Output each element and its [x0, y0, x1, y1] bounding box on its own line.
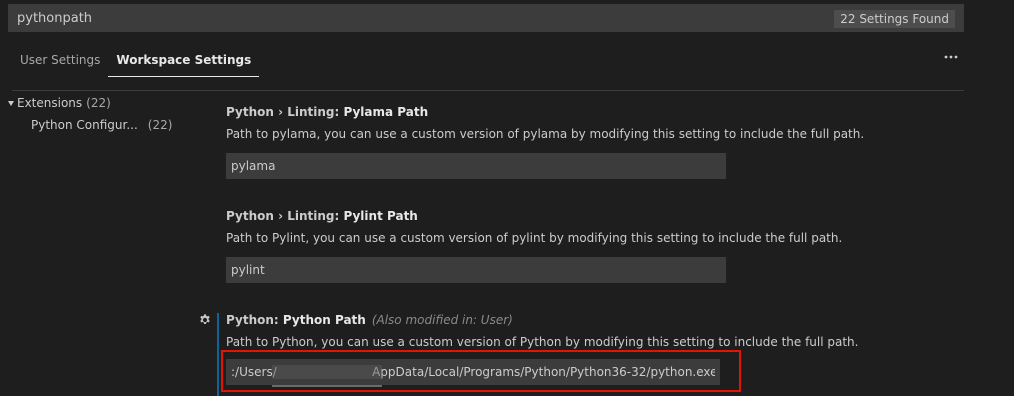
ellipsis-icon [944, 55, 958, 59]
setting-label: Pylint Path [343, 209, 418, 223]
setting-description: Path to Python, you can use a custom ver… [226, 335, 859, 349]
setting-description: Path to pylama, you can use a custom ver… [226, 127, 865, 141]
pylama-path-input[interactable] [226, 153, 726, 179]
setting-title: Python: Python Path (Also modified in: Us… [226, 311, 858, 329]
table-of-contents: Extensions (22) Python Configur... (22) [0, 92, 180, 136]
setting-title: Python › Linting: Pylint Path [226, 207, 842, 225]
modified-elsewhere-note: (Also modified in: User) [371, 313, 513, 327]
redaction-underline [272, 385, 382, 387]
setting-label: Python Path [282, 313, 366, 327]
toc-item-label: Extensions [17, 96, 83, 110]
modified-indicator [217, 313, 219, 396]
setting-description: Path to Pylint, you can use a custom ver… [226, 231, 843, 245]
setting-label: Pylama Path [343, 105, 429, 119]
toc-item-label: Python Configur... [31, 118, 138, 132]
search-box[interactable]: 22 Settings Found [8, 4, 964, 32]
toc-item-count: (22) [147, 118, 173, 132]
redacted-username [272, 365, 382, 379]
setting-category: Python › Linting: [226, 105, 344, 119]
toc-item-extensions[interactable]: Extensions (22) [0, 92, 180, 114]
gear-icon[interactable] [198, 313, 212, 327]
search-input[interactable] [9, 5, 963, 31]
setting-python-path: Python: Python Path (Also modified in: Us… [226, 311, 858, 353]
tab-workspace-settings[interactable]: Workspace Settings [108, 44, 260, 77]
pylint-path-input[interactable] [226, 257, 726, 283]
toc-item-count: (22) [86, 96, 111, 110]
settings-tabs: User Settings Workspace Settings [12, 44, 260, 77]
setting-pylint-path: Python › Linting: Pylint Path Path to Py… [226, 207, 842, 283]
tabs-divider [12, 90, 964, 91]
more-actions-button[interactable] [940, 46, 962, 68]
results-count-badge: 22 Settings Found [834, 10, 955, 28]
toc-item-python-configuration[interactable]: Python Configur... (22) [0, 114, 180, 136]
settings-editor: 22 Settings Found User Settings Workspac… [0, 0, 1014, 396]
chevron-down-icon[interactable] [8, 100, 14, 106]
setting-category: Python: [226, 313, 283, 327]
setting-title: Python › Linting: Pylama Path [226, 103, 864, 121]
tab-user-settings[interactable]: User Settings [12, 44, 108, 76]
setting-pylama-path: Python › Linting: Pylama Path Path to py… [226, 103, 864, 179]
setting-category: Python › Linting: [226, 209, 344, 223]
